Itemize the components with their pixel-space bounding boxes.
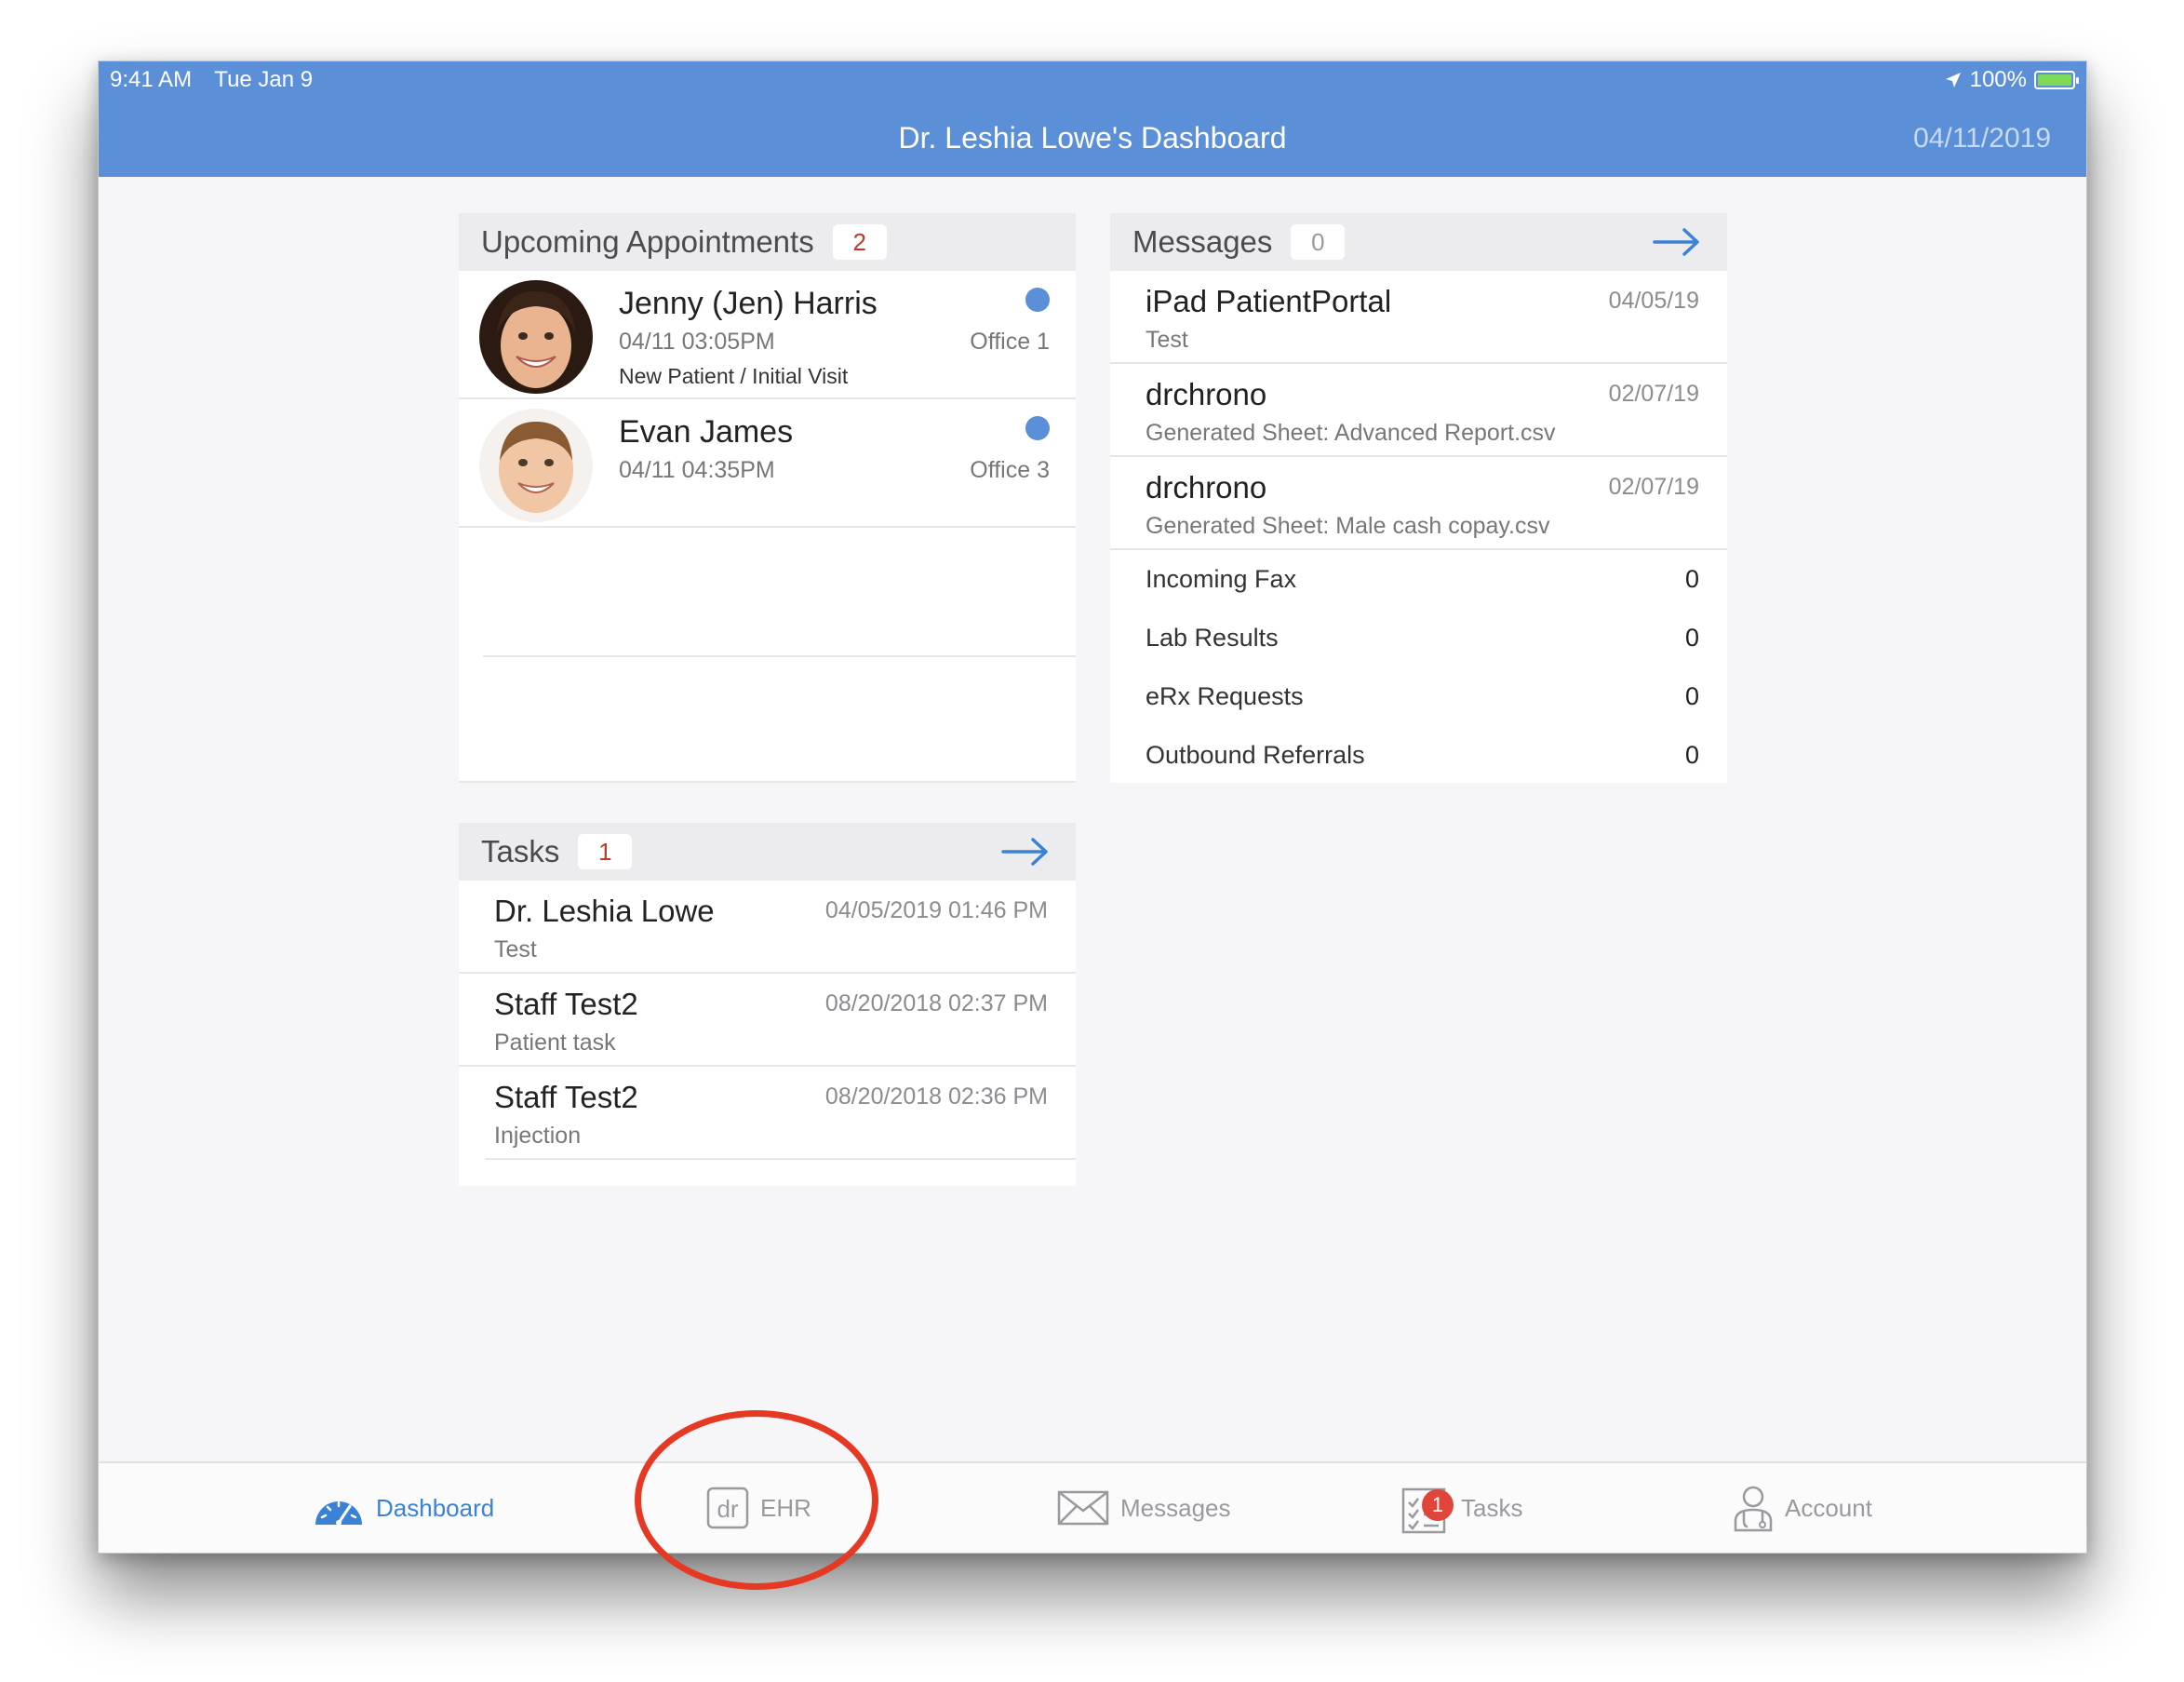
counter-label: Lab Results <box>1146 624 1279 652</box>
avatar <box>479 409 593 522</box>
appointment-row[interactable]: Evan James 04/11 04:35PM Office 3 <box>459 399 1076 528</box>
appointments-count-badge: 2 <box>832 224 887 260</box>
task-row[interactable]: Dr. Leshia Lowe 04/05/2019 01:46 PM Test <box>459 881 1076 974</box>
message-row[interactable]: iPad PatientPortal 04/05/19 Test <box>1110 271 1727 364</box>
task-row[interactable]: Staff Test2 08/20/2018 02:36 PM Injectio… <box>459 1067 1076 1160</box>
message-subject: Generated Sheet: Advanced Report.csv <box>1146 420 1556 446</box>
counter-value: 0 <box>1684 682 1699 710</box>
counter-row-lab-results[interactable]: Lab Results 0 <box>1110 609 1727 667</box>
patient-name: Jenny (Jen) Harris <box>619 286 878 321</box>
status-dot <box>1025 416 1050 440</box>
counter-label: Outbound Referrals <box>1146 741 1365 769</box>
tab-account[interactable]: Account <box>1733 1463 1872 1553</box>
office-label: Office 3 <box>970 457 1050 483</box>
appointments-header: Upcoming Appointments 2 <box>459 213 1076 271</box>
navigation-bar: 9:41 AM Tue Jan 9 100% Dr. Leshia Lowe's… <box>99 61 2086 177</box>
appointments-title: Upcoming Appointments <box>481 224 814 259</box>
message-subject: Generated Sheet: Male cash copay.csv <box>1146 513 1550 539</box>
tab-tasks-label: Tasks <box>1461 1493 1523 1522</box>
status-bar-right: 100% <box>1944 67 2079 93</box>
message-date: 04/05/19 <box>1608 288 1699 314</box>
location-arrow-icon <box>1945 73 1961 87</box>
battery-icon <box>2034 71 2079 89</box>
tasks-card: Tasks 1 Dr. Leshia Lowe 04/05/2019 01:46… <box>459 823 1076 1186</box>
avatar <box>479 280 593 394</box>
empty-row-divider <box>459 781 1076 783</box>
appointment-row[interactable]: Jenny (Jen) Harris 04/11 03:05PM New Pat… <box>459 271 1076 399</box>
page-title: Dr. Leshia Lowe's Dashboard <box>898 121 1287 155</box>
appointment-time: 04/11 03:05PM <box>619 329 775 355</box>
tab-bar: Dashboard dr EHR Messages 1 Tasks Accoun… <box>99 1461 2086 1553</box>
tab-messages[interactable]: Messages <box>1057 1463 1231 1553</box>
messages-count-badge: 0 <box>1291 224 1346 260</box>
tasks-count-badge: 1 <box>578 834 633 869</box>
message-row[interactable]: drchrono 02/07/19 Generated Sheet: Male … <box>1110 457 1727 550</box>
arrow-right-icon[interactable] <box>1653 226 1701 258</box>
message-date: 02/07/19 <box>1608 474 1699 500</box>
status-date: Tue Jan 9 <box>214 67 314 92</box>
nav-date: 04/11/2019 <box>1913 123 2051 154</box>
messages-title: Messages <box>1132 224 1273 259</box>
message-sender: drchrono <box>1146 377 1267 411</box>
counter-label: eRx Requests <box>1146 682 1304 710</box>
messages-card: Messages 0 iPad PatientPortal 04/05/19 T… <box>1110 213 1727 783</box>
patient-name: Evan James <box>619 414 794 450</box>
ipad-screen: 9:41 AM Tue Jan 9 100% Dr. Leshia Lowe's… <box>98 61 2087 1554</box>
tab-messages-label: Messages <box>1120 1493 1231 1522</box>
task-row[interactable]: Staff Test2 08/20/2018 02:37 PM Patient … <box>459 974 1076 1067</box>
appointment-time: 04/11 04:35PM <box>619 457 775 483</box>
counter-row-erx-requests[interactable]: eRx Requests 0 <box>1110 667 1727 726</box>
tasks-header: Tasks 1 <box>459 823 1076 881</box>
speedometer-icon <box>315 1500 362 1526</box>
empty-row-divider <box>483 655 1076 657</box>
counter-label: Incoming Fax <box>1146 565 1297 593</box>
battery-percent: 100% <box>1969 67 2027 92</box>
doctor-account-icon <box>1734 1486 1773 1532</box>
task-description: Test <box>494 936 537 962</box>
messages-header: Messages 0 <box>1110 213 1727 271</box>
counter-row-outbound-referrals[interactable]: Outbound Referrals 0 <box>1110 726 1727 785</box>
visit-type: New Patient / Initial Visit <box>619 364 849 388</box>
task-description: Patient task <box>494 1029 616 1056</box>
tab-dashboard-label: Dashboard <box>376 1493 495 1522</box>
status-time: 9:41 AM <box>110 67 193 92</box>
annotation-circle <box>635 1410 878 1590</box>
tasks-title: Tasks <box>481 834 560 868</box>
task-assignee: Staff Test2 <box>494 1080 638 1114</box>
message-sender: drchrono <box>1146 470 1267 505</box>
task-date: 04/05/2019 01:46 PM <box>824 897 1048 923</box>
counter-value: 0 <box>1684 624 1699 652</box>
counter-row-incoming-fax[interactable]: Incoming Fax 0 <box>1110 550 1727 609</box>
counter-value: 0 <box>1684 741 1699 769</box>
message-subject: Test <box>1146 327 1188 353</box>
appointments-card: Upcoming Appointments 2 Jenny (Jen) Harr… <box>459 213 1076 783</box>
tab-dashboard[interactable]: Dashboard <box>313 1463 494 1553</box>
task-date: 08/20/2018 02:37 PM <box>824 990 1048 1016</box>
task-date: 08/20/2018 02:36 PM <box>824 1083 1048 1110</box>
task-assignee: Dr. Leshia Lowe <box>494 894 715 928</box>
counter-value: 0 <box>1684 565 1699 593</box>
status-dot <box>1025 288 1050 312</box>
message-row[interactable]: drchrono 02/07/19 Generated Sheet: Advan… <box>1110 364 1727 457</box>
status-bar-left: 9:41 AM Tue Jan 9 <box>110 67 329 93</box>
office-label: Office 1 <box>970 329 1050 355</box>
row-divider <box>485 1158 1076 1160</box>
tab-account-label: Account <box>1785 1493 1872 1522</box>
message-date: 02/07/19 <box>1608 381 1699 407</box>
tasks-notification-badge: 1 <box>1422 1489 1454 1521</box>
tab-tasks[interactable]: 1 Tasks <box>1401 1463 1522 1553</box>
envelope-icon <box>1057 1490 1109 1526</box>
task-assignee: Staff Test2 <box>494 987 638 1021</box>
task-description: Injection <box>494 1123 582 1149</box>
message-sender: iPad PatientPortal <box>1146 284 1392 318</box>
arrow-right-icon[interactable] <box>1001 836 1050 868</box>
